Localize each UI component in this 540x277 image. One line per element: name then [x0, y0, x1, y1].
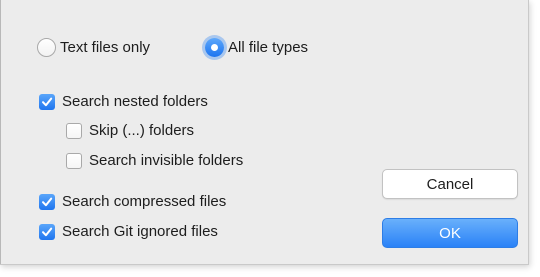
radio-text-files-only[interactable]: Text files only	[37, 38, 150, 57]
search-nested-folders-label: Search nested folders	[62, 93, 208, 110]
radio-all-file-types-indicator[interactable]	[205, 38, 224, 57]
radio-all-file-types-label: All file types	[228, 39, 309, 56]
search-invisible-folders-label: Search invisible folders	[89, 152, 244, 169]
search-compressed-files-checkbox[interactable]	[39, 193, 55, 210]
search-options-dialog: Text files only All file types Search ne…	[0, 0, 529, 265]
search-compressed-files-label: Search compressed files	[62, 193, 227, 210]
ok-button[interactable]: OK	[382, 218, 518, 248]
radio-all-file-types[interactable]: All file types	[205, 38, 308, 57]
skip-folders-label: Skip (...) folders	[89, 122, 195, 139]
checkmark-icon	[42, 197, 53, 206]
cancel-button[interactable]: Cancel	[382, 169, 518, 199]
checkbox-search-nested-folders[interactable]: Search nested folders	[39, 93, 208, 110]
checkbox-search-invisible-folders[interactable]: Search invisible folders	[66, 152, 243, 169]
checkmark-icon	[42, 97, 53, 106]
radio-text-files-only-label: Text files only	[60, 39, 151, 56]
checkbox-skip-folders[interactable]: Skip (...) folders	[66, 122, 194, 139]
dialog-edge	[0, 0, 1, 264]
checkbox-search-compressed-files[interactable]: Search compressed files	[39, 193, 226, 210]
search-git-ignored-files-checkbox[interactable]	[39, 223, 55, 240]
skip-folders-checkbox[interactable]	[66, 122, 82, 139]
search-git-ignored-files-label: Search Git ignored files	[62, 223, 218, 240]
radio-text-files-only-indicator[interactable]	[37, 38, 56, 57]
checkbox-search-git-ignored-files[interactable]: Search Git ignored files	[39, 223, 218, 240]
search-nested-folders-checkbox[interactable]	[39, 93, 55, 110]
checkmark-icon	[42, 227, 53, 236]
search-invisible-folders-checkbox[interactable]	[66, 152, 82, 169]
